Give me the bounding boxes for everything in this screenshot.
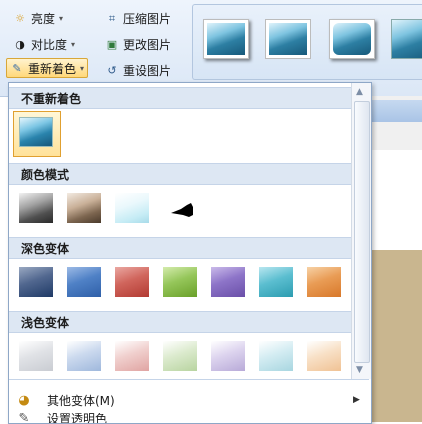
contrast-label: 对比度 (31, 37, 68, 52)
sun-icon: ☼ (15, 11, 25, 25)
change-picture-label: 更改图片 (123, 37, 172, 52)
no-recolor-option[interactable] (19, 117, 53, 147)
dark-variant-3[interactable] (115, 267, 149, 297)
compress-icon: ⌗ (108, 11, 116, 25)
chevron-down-icon: ▾ (71, 39, 76, 49)
color-mode-sepia[interactable] (67, 193, 101, 223)
black-white-shape (171, 203, 193, 217)
palette-icon: ◕ (18, 392, 30, 408)
document-page (372, 150, 422, 250)
light-variant-2[interactable] (67, 341, 101, 371)
recolor-dropdown: 不重新着色 颜色模式 深色变体 浅色变体 ▲ ▼ ◕ 其他变体(M) ▶ ✎ 设… (8, 82, 372, 424)
light-variant-6[interactable] (259, 341, 293, 371)
recolor-label: 重新着色 (28, 61, 77, 76)
recolor-button[interactable]: ✎ 重新着色 ▾ (6, 58, 89, 78)
chevron-right-icon: ▶ (353, 395, 360, 405)
more-variations-menu-item[interactable]: ◕ 其他变体(M) ▶ (9, 389, 369, 411)
chevron-down-icon: ▾ (59, 13, 64, 23)
brightness-button[interactable]: ☼ 亮度 ▾ (10, 8, 66, 28)
recolor-icon: ✎ (12, 61, 22, 75)
light-variant-7[interactable] (307, 341, 341, 371)
reset-picture-label: 重设图片 (123, 63, 172, 78)
picture-style-thumb[interactable] (329, 19, 375, 59)
menu-divider (9, 379, 369, 380)
dark-variant-5[interactable] (211, 267, 245, 297)
document-image-edge (372, 250, 422, 422)
color-mode-grayscale[interactable] (19, 193, 53, 223)
dark-variant-2[interactable] (67, 267, 101, 297)
ruler-band (368, 100, 422, 122)
light-variant-5[interactable] (211, 341, 245, 371)
brightness-label: 亮度 (31, 11, 56, 26)
dark-variant-7[interactable] (307, 267, 341, 297)
contrast-icon: ◑ (15, 37, 25, 51)
dark-variant-1[interactable] (19, 267, 53, 297)
dark-variant-6[interactable] (259, 267, 293, 297)
compress-pictures-button[interactable]: ⌗ 压缩图片 (102, 8, 174, 28)
more-variations-label: 其他变体(M) (47, 393, 115, 408)
dark-variant-4[interactable] (163, 267, 197, 297)
picture-style-thumb[interactable] (203, 19, 249, 59)
gallery-scrollbar[interactable]: ▲ ▼ (351, 83, 371, 379)
color-mode-washout[interactable] (115, 193, 149, 223)
light-variant-3[interactable] (115, 341, 149, 371)
change-picture-button[interactable]: ▣ 更改图片 (102, 34, 174, 54)
scroll-up-icon[interactable]: ▲ (356, 87, 363, 97)
picture-style-thumb[interactable] (391, 19, 422, 59)
change-picture-icon: ▣ (106, 37, 118, 51)
compress-label: 压缩图片 (123, 11, 172, 26)
section-header-no-recolor: 不重新着色 (9, 87, 351, 109)
section-header-light-variations: 浅色变体 (9, 311, 351, 333)
picture-styles-gallery (192, 4, 422, 80)
light-variant-4[interactable] (163, 341, 197, 371)
contrast-button[interactable]: ◑ 对比度 ▾ (10, 34, 78, 54)
reset-picture-button[interactable]: ↺ 重设图片 (102, 60, 174, 80)
color-mode-black-white[interactable] (163, 193, 197, 223)
section-header-dark-variations: 深色变体 (9, 237, 351, 259)
chevron-down-icon: ▾ (80, 63, 85, 73)
scroll-thumb[interactable] (354, 101, 370, 363)
scroll-down-icon[interactable]: ▼ (356, 365, 363, 375)
section-header-color-modes: 颜色模式 (9, 163, 351, 185)
picture-style-thumb[interactable] (265, 19, 311, 59)
reset-picture-icon: ↺ (107, 63, 117, 77)
light-variant-1[interactable] (19, 341, 53, 371)
